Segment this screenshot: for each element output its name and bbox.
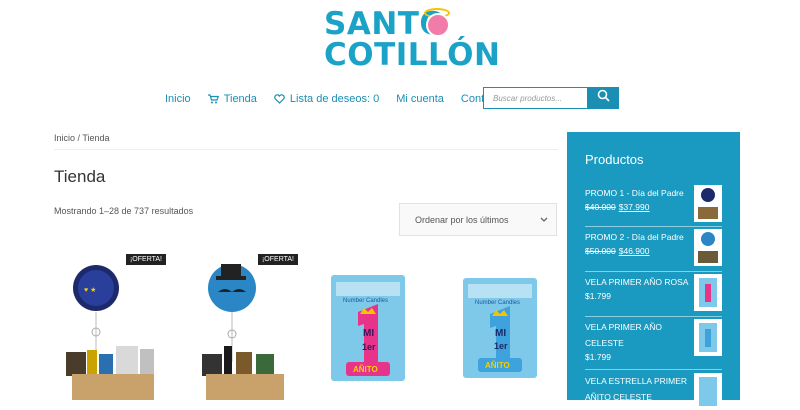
- svg-text:AÑITO: AÑITO: [485, 361, 510, 370]
- sidebar-separator: [585, 369, 722, 370]
- search-input[interactable]: [483, 87, 587, 109]
- svg-text:Number Candles: Number Candles: [343, 298, 388, 304]
- sidebar-product-name[interactable]: VELA PRIMER AÑO ROSA: [585, 274, 690, 290]
- sidebar-product-item[interactable]: VELA ESTRELLA PRIMER AÑITO CELESTE: [585, 373, 722, 410]
- orderby-select[interactable]: Ordenar por los últimos: [399, 203, 557, 236]
- sale-badge: ¡OFERTA!: [257, 254, 298, 265]
- nav-item-label: Inicio: [165, 93, 191, 105]
- nav-item-label: Tienda: [223, 93, 257, 105]
- sidebar-product-name[interactable]: VELA ESTRELLA PRIMER AÑITO CELESTE: [585, 373, 690, 405]
- heart-icon: [274, 94, 285, 104]
- sidebar-old-price: $40.000: [585, 202, 616, 212]
- sidebar-product-thumbnail[interactable]: [694, 229, 722, 266]
- product-card[interactable]: Number Candles MI 1er AÑITO: [450, 254, 562, 400]
- result-count: Mostrando 1–28 de 737 resultados: [54, 206, 194, 216]
- sidebar-product-item[interactable]: PROMO 2 - Día del Padre $50.000 $46.900: [585, 229, 722, 266]
- sidebar-separator: [585, 226, 722, 227]
- page-title: Tienda: [54, 167, 106, 186]
- sidebar-price: $1.799: [585, 352, 611, 362]
- product-image: ♥ ★: [66, 265, 154, 400]
- chevron-down-icon: [540, 215, 548, 225]
- product-card[interactable]: ¡OFERTA! ♥ ★: [54, 254, 166, 400]
- sidebar-separator: [585, 316, 722, 317]
- product-image: [202, 264, 284, 400]
- sidebar-product-thumbnail[interactable]: [694, 274, 722, 311]
- sidebar-separator: [585, 271, 722, 272]
- sidebar-product-item[interactable]: PROMO 1 - Día del Padre $40.000 $37.990: [585, 185, 722, 222]
- orderby-selected-value: Ordenar por los últimos: [415, 214, 509, 225]
- divider: [54, 149, 558, 150]
- svg-text:Number Candles: Number Candles: [475, 300, 520, 306]
- search-button[interactable]: [587, 87, 619, 109]
- nav-item-mi-cuenta[interactable]: Mi cuenta: [396, 93, 444, 105]
- site-logo[interactable]: SANTO COTILLÓN: [322, 8, 500, 72]
- svg-text:MI: MI: [495, 328, 506, 339]
- sidebar-price: $46.900: [618, 246, 650, 256]
- svg-text:1er: 1er: [494, 341, 508, 351]
- sidebar-product-item[interactable]: VELA PRIMER AÑO ROSA $1.799: [585, 274, 722, 311]
- cart-icon: [207, 94, 219, 104]
- sidebar-product-name[interactable]: PROMO 1 - Día del Padre: [585, 185, 690, 201]
- svg-text:♥ ★: ♥ ★: [84, 286, 96, 294]
- product-card[interactable]: ¡OFERTA!: [186, 254, 298, 400]
- nav-item-inicio[interactable]: Inicio: [165, 93, 191, 105]
- sidebar-heading: Productos: [585, 152, 644, 167]
- sidebar-product-item[interactable]: VELA PRIMER AÑO CELESTE $1.799: [585, 319, 722, 362]
- sidebar-price: $37.990: [618, 202, 650, 212]
- sidebar-product-name[interactable]: PROMO 2 - Día del Padre: [585, 229, 690, 245]
- sale-badge: ¡OFERTA!: [125, 254, 166, 265]
- product-image: Number Candles MI 1er AÑITO: [463, 278, 537, 378]
- nav-item-wishlist[interactable]: Lista de deseos: 0: [274, 93, 379, 105]
- logo-face-icon: [426, 13, 450, 37]
- sidebar-product-name[interactable]: VELA PRIMER AÑO CELESTE: [585, 319, 690, 351]
- nav-item-label: Lista de deseos: 0: [289, 93, 380, 105]
- svg-text:MI: MI: [363, 328, 374, 339]
- sidebar-price: $1.799: [585, 291, 611, 301]
- sidebar-product-thumbnail[interactable]: [694, 373, 722, 410]
- product-image: Number Candles MI 1er AÑITO: [331, 275, 405, 381]
- svg-text:1er: 1er: [362, 342, 376, 352]
- nav-item-label: Mi cuenta: [396, 93, 444, 105]
- sidebar-product-thumbnail[interactable]: [694, 319, 722, 356]
- logo-line-2: COTILLÓN: [324, 37, 501, 73]
- svg-text:AÑITO: AÑITO: [353, 365, 378, 374]
- sidebar-products-widget: Productos PROMO 1 - Día del Padre $40.00…: [567, 132, 740, 410]
- sidebar-product-thumbnail[interactable]: [694, 185, 722, 222]
- product-card[interactable]: Number Candles MI 1er AÑITO: [318, 254, 430, 400]
- search-icon: [597, 89, 610, 107]
- main-nav: Inicio Tienda Lista de deseos: 0 Mi cuen…: [165, 88, 522, 110]
- nav-item-tienda[interactable]: Tienda: [207, 93, 257, 105]
- sidebar-old-price: $50.000: [585, 246, 616, 256]
- breadcrumb[interactable]: Inicio / Tienda: [54, 133, 110, 143]
- product-search: [483, 87, 619, 109]
